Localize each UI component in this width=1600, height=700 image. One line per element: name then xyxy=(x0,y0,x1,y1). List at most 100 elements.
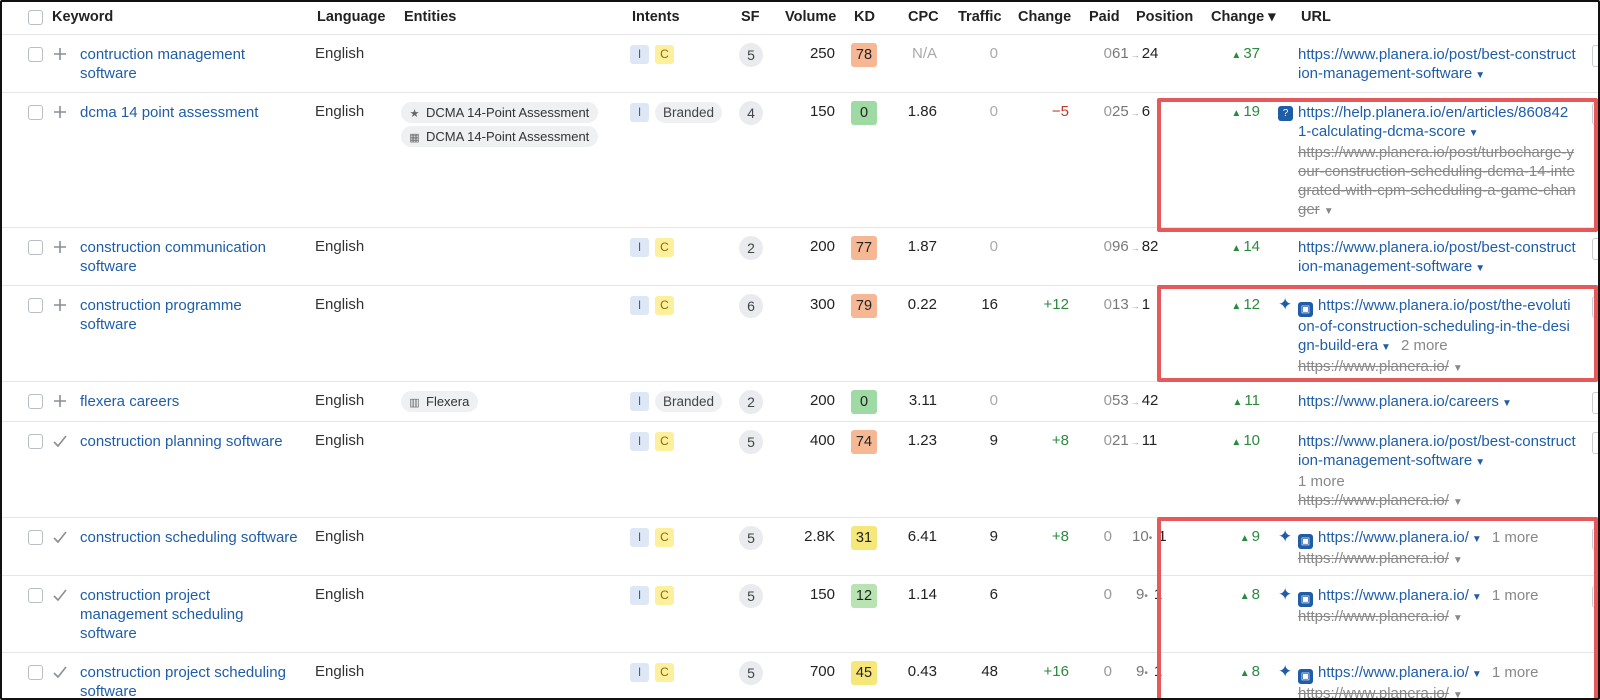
previous-url[interactable]: https://www.planera.io/ xyxy=(1298,492,1449,509)
url-dropdown-icon[interactable]: ▼ xyxy=(1472,592,1482,603)
previous-url[interactable]: https://www.planera.io/post/turbocharge-… xyxy=(1298,144,1576,218)
url-dropdown-icon[interactable]: ▼ xyxy=(1475,70,1485,81)
url-link[interactable]: https://www.planera.io/post/best-constru… xyxy=(1298,46,1576,82)
url-link[interactable]: https://www.planera.io/careers xyxy=(1298,393,1499,410)
keyword-link[interactable]: dcma 14 point assessment xyxy=(80,103,300,122)
serp-features-count[interactable]: 6 xyxy=(739,294,763,318)
url-link[interactable]: https://www.planera.io/ xyxy=(1318,587,1469,604)
add-keyword-icon[interactable] xyxy=(52,297,68,313)
entity-chip[interactable]: ▥ Flexera xyxy=(401,391,479,412)
added-check-icon[interactable] xyxy=(52,433,68,449)
added-check-icon[interactable] xyxy=(52,529,68,545)
previous-url-dropdown-icon[interactable]: ▼ xyxy=(1453,363,1463,374)
serp-features-count[interactable]: 2 xyxy=(739,236,763,260)
header-cpc[interactable]: CPC xyxy=(908,9,939,25)
url-dropdown-icon[interactable]: ▼ xyxy=(1475,457,1485,468)
serp-features-count[interactable]: 5 xyxy=(739,43,763,67)
keyword-link[interactable]: construction programme software xyxy=(80,296,300,334)
url-link[interactable]: https://www.planera.io/post/best-constru… xyxy=(1298,239,1576,275)
row-checkbox[interactable] xyxy=(28,240,43,255)
url-link[interactable]: https://help.planera.io/en/articles/8608… xyxy=(1298,104,1568,140)
row-checkbox[interactable] xyxy=(28,105,43,120)
url-link[interactable]: https://www.planera.io/post/best-constru… xyxy=(1298,433,1576,469)
previous-url-dropdown-icon[interactable]: ▼ xyxy=(1453,613,1463,624)
header-change-sorted[interactable]: Change ▾ xyxy=(1211,9,1275,25)
serp-features-count[interactable]: 5 xyxy=(739,526,763,550)
previous-url-dropdown-icon[interactable]: ▼ xyxy=(1324,206,1334,217)
serp-features-count[interactable]: 5 xyxy=(739,430,763,454)
previous-url[interactable]: https://www.planera.io/ xyxy=(1298,358,1449,375)
serp-features-count[interactable]: 5 xyxy=(739,661,763,685)
keyword-link[interactable]: flexera careers xyxy=(80,392,300,411)
row-side-handle[interactable] xyxy=(1592,432,1598,454)
keyword-link[interactable]: construction planning software xyxy=(80,432,300,451)
url-dropdown-icon[interactable]: ▼ xyxy=(1502,398,1512,409)
row-side-handle[interactable] xyxy=(1592,586,1598,608)
row-side-handle[interactable] xyxy=(1592,45,1598,67)
row-side-handle[interactable] xyxy=(1592,392,1598,414)
keyword-link[interactable]: construction project scheduling software xyxy=(80,663,300,698)
header-entities[interactable]: Entities xyxy=(404,9,456,25)
url-link[interactable]: https://www.planera.io/ xyxy=(1318,529,1469,546)
url-dropdown-icon[interactable]: ▼ xyxy=(1475,263,1485,274)
position-dot-icon: • xyxy=(1144,668,1148,679)
url-dropdown-icon[interactable]: ▼ xyxy=(1469,128,1479,139)
more-urls-link[interactable]: 1 more xyxy=(1492,587,1539,604)
position-change-value: 9 xyxy=(1251,528,1260,545)
row-side-handle[interactable] xyxy=(1592,528,1598,550)
row-checkbox[interactable] xyxy=(28,47,43,62)
previous-url[interactable]: https://www.planera.io/ xyxy=(1298,608,1449,625)
url-dropdown-icon[interactable]: ▼ xyxy=(1472,534,1482,545)
entity-chip[interactable]: ▦ DCMA 14-Point Assessment xyxy=(401,126,599,147)
more-urls-link[interactable]: 2 more xyxy=(1401,337,1448,354)
row-checkbox[interactable] xyxy=(28,434,43,449)
serp-features-count[interactable]: 5 xyxy=(739,584,763,608)
keyword-link[interactable]: contruction management software xyxy=(80,45,300,83)
header-keyword[interactable]: Keyword xyxy=(52,9,113,25)
previous-url[interactable]: https://www.planera.io/ xyxy=(1298,685,1449,698)
add-keyword-icon[interactable] xyxy=(52,46,68,62)
header-paid[interactable]: Paid xyxy=(1089,9,1120,25)
select-all-checkbox[interactable] xyxy=(28,10,43,25)
add-keyword-icon[interactable] xyxy=(52,104,68,120)
row-checkbox[interactable] xyxy=(28,588,43,603)
row-checkbox[interactable] xyxy=(28,394,43,409)
keyword-link[interactable]: construction communication software xyxy=(80,238,300,276)
row-checkbox[interactable] xyxy=(28,665,43,680)
paid-value: 0 xyxy=(1103,392,1112,409)
serp-features-count[interactable]: 4 xyxy=(739,101,763,125)
previous-url-dropdown-icon[interactable]: ▼ xyxy=(1453,555,1463,566)
add-keyword-icon[interactable] xyxy=(52,239,68,255)
header-language[interactable]: Language xyxy=(317,9,385,25)
row-side-handle[interactable] xyxy=(1592,238,1598,260)
serp-features-count[interactable]: 2 xyxy=(739,390,763,414)
added-check-icon[interactable] xyxy=(52,587,68,603)
header-sf[interactable]: SF xyxy=(741,9,760,25)
row-side-handle[interactable] xyxy=(1592,296,1598,318)
row-checkbox[interactable] xyxy=(28,530,43,545)
more-urls-link[interactable]: 1 more xyxy=(1298,473,1345,490)
add-keyword-icon[interactable] xyxy=(52,393,68,409)
keyword-link[interactable]: construction project management scheduli… xyxy=(80,586,300,643)
header-volume[interactable]: Volume xyxy=(785,9,836,25)
more-urls-link[interactable]: 1 more xyxy=(1492,529,1539,546)
previous-url-dropdown-icon[interactable]: ▼ xyxy=(1453,497,1463,508)
intent-commercial-badge: C xyxy=(655,296,674,315)
url-link[interactable]: https://www.planera.io/ xyxy=(1318,664,1469,681)
url-dropdown-icon[interactable]: ▼ xyxy=(1381,342,1391,353)
added-check-icon[interactable] xyxy=(52,664,68,680)
header-kd[interactable]: KD xyxy=(854,9,875,25)
header-intents[interactable]: Intents xyxy=(632,9,680,25)
header-traffic[interactable]: Traffic xyxy=(958,9,1002,25)
header-change[interactable]: Change xyxy=(1018,9,1071,25)
entity-chip[interactable]: ★ DCMA 14-Point Assessment xyxy=(401,102,599,123)
header-url[interactable]: URL xyxy=(1301,9,1331,25)
previous-url[interactable]: https://www.planera.io/ xyxy=(1298,550,1449,567)
row-side-handle[interactable] xyxy=(1592,103,1598,125)
url-dropdown-icon[interactable]: ▼ xyxy=(1472,669,1482,680)
previous-url-dropdown-icon[interactable]: ▼ xyxy=(1453,690,1463,698)
header-position[interactable]: Position xyxy=(1136,9,1193,25)
more-urls-link[interactable]: 1 more xyxy=(1492,664,1539,681)
keyword-link[interactable]: construction scheduling software xyxy=(80,528,300,547)
row-checkbox[interactable] xyxy=(28,298,43,313)
